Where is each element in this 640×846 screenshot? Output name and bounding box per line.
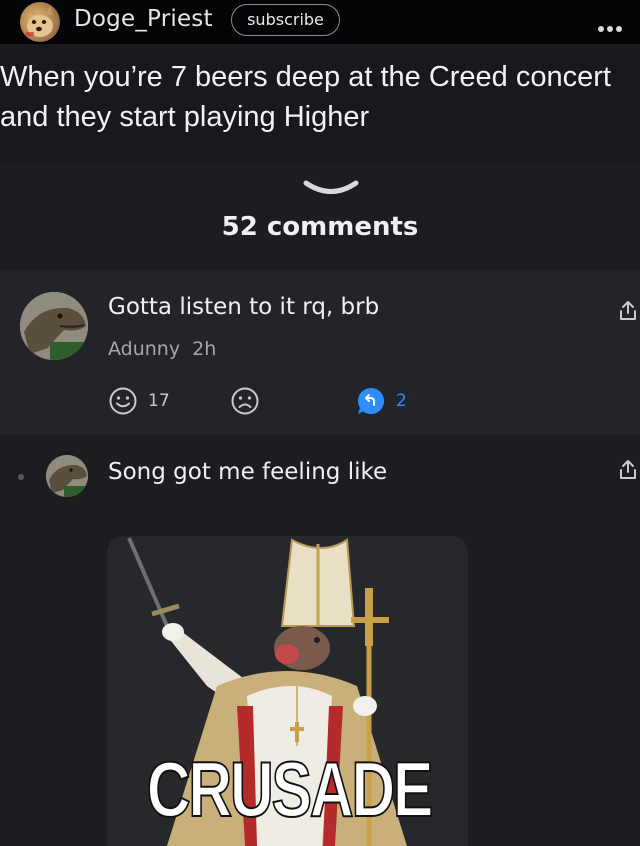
post-username[interactable]: Doge_Priest (74, 6, 213, 32)
frown-icon[interactable] (230, 386, 260, 416)
share-icon[interactable] (618, 300, 638, 322)
chevron-down-icon[interactable] (302, 178, 360, 196)
reply-count: 2 (396, 391, 407, 411)
comment-meta: Adunny 2h (108, 338, 216, 360)
comment-time: 2h (192, 338, 217, 360)
post-caption: When you’re 7 beers deep at the Creed co… (0, 61, 611, 133)
reply-icon[interactable] (356, 386, 386, 416)
comment-text: Song got me feeling like (108, 459, 388, 485)
thread-indent-dot (18, 474, 24, 480)
like-reaction[interactable]: 17 (108, 386, 170, 416)
comment-item: Gotta listen to it rq, brb Adunny 2h 17 2 (0, 270, 640, 435)
raptor-avatar-icon[interactable] (46, 455, 88, 497)
more-dots-icon[interactable] (598, 17, 628, 32)
reply-button[interactable]: 2 (356, 386, 407, 416)
comment-text: Gotta listen to it rq, brb (108, 294, 380, 320)
like-count: 17 (148, 391, 170, 411)
raptor-avatar-icon[interactable] (20, 292, 88, 360)
post-header: Doge_Priest subscribe (0, 0, 640, 44)
doge-avatar-icon[interactable] (20, 2, 60, 42)
comment-author[interactable]: Adunny (108, 338, 180, 360)
post-caption-area: When you’re 7 beers deep at the Creed co… (0, 44, 640, 162)
share-icon[interactable] (618, 459, 638, 481)
subscribe-button[interactable]: subscribe (231, 4, 340, 36)
comments-count: 52 comments (221, 212, 419, 242)
comment-image[interactable]: CRUSADE (107, 536, 468, 846)
smile-icon[interactable] (108, 386, 138, 416)
dislike-reaction[interactable] (230, 386, 260, 416)
meme-caption: CRUSADE (146, 744, 434, 834)
